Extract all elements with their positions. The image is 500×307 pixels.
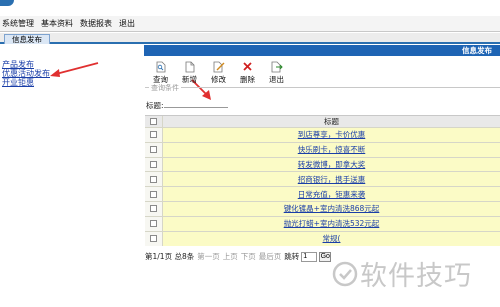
row-checkbox-cell	[145, 128, 163, 142]
row-checkbox[interactable]	[150, 131, 157, 139]
row-title-cell: 转发微博，即拿大奖	[163, 157, 500, 172]
delete-x-icon	[242, 60, 253, 73]
exit-doc-icon	[271, 60, 283, 73]
first-page-link[interactable]: 第一页	[197, 251, 220, 262]
watermark: 软件技巧	[332, 254, 472, 293]
table-row: 常规(	[145, 231, 500, 247]
annotation-arrow-left	[50, 62, 99, 77]
search-doc-icon	[156, 60, 166, 73]
table-row: 到店尊享，卡价优惠	[145, 128, 500, 143]
table-header-row: 标题	[145, 115, 500, 128]
table-row: 转发微博，即拿大奖	[145, 157, 500, 173]
watermark-text: 软件技巧	[360, 261, 472, 292]
row-title-cell: 常规(	[163, 231, 500, 247]
menu-bar: 系统管理 基本资料 数据报表 退出	[0, 16, 500, 32]
row-title-link[interactable]: 快乐刷卡，惊喜不断	[298, 144, 366, 155]
jump-label: 跳转	[284, 252, 300, 261]
table-row: 招商银行，携手送惠	[145, 172, 500, 188]
row-checkbox-cell	[145, 157, 163, 172]
row-title-cell: 日常充值，钜惠来袭	[163, 187, 500, 201]
row-title-link[interactable]: 常规(	[323, 233, 341, 244]
row-checkbox[interactable]	[150, 205, 157, 213]
exit-button-label: 退出	[269, 75, 284, 84]
row-checkbox[interactable]	[150, 175, 157, 183]
row-checkbox[interactable]	[150, 160, 157, 168]
info-table: 标题 到店尊享，卡价优惠 快乐刷卡，惊喜不断 转发微博，即拿大奖 招商银行，携手…	[145, 115, 500, 247]
title-column-header: 标题	[324, 117, 339, 126]
row-checkbox[interactable]	[150, 146, 157, 154]
panel-title: 信息发布	[144, 45, 500, 56]
title-field-label: 标题:	[146, 101, 164, 110]
query-conditions: 查询条件 标题:	[145, 83, 500, 112]
page-number-input[interactable]	[301, 251, 318, 262]
row-checkbox[interactable]	[150, 235, 157, 243]
delete-button-label: 删除	[240, 75, 255, 84]
select-all-checkbox[interactable]	[150, 118, 157, 125]
row-title-cell: 抛光打蜡+室内清洗532元起	[163, 216, 500, 231]
new-doc-icon	[185, 60, 195, 73]
sidebar-link-opening-offer[interactable]: 开业钜惠	[2, 78, 122, 87]
row-checkbox[interactable]	[150, 220, 157, 228]
last-page-link[interactable]: 最后页	[259, 251, 282, 262]
top-strip	[0, 0, 500, 16]
edit-button-label: 修改	[211, 75, 226, 84]
row-title-link[interactable]: 招商银行，携手送惠	[298, 174, 366, 185]
menu-basic-info[interactable]: 基本资料	[41, 18, 73, 29]
exit-button[interactable]: 退出	[262, 60, 291, 86]
go-button[interactable]: Go	[319, 251, 332, 262]
prev-page-link[interactable]: 上页	[223, 251, 238, 262]
row-title-cell: 快乐刷卡，惊喜不断	[163, 142, 500, 157]
edit-doc-icon	[213, 60, 225, 73]
toolbar: 查询 新增 修改 删除 退出	[146, 60, 500, 86]
menu-system-management[interactable]: 系统管理	[2, 18, 34, 29]
table-row: 抛光打蜡+室内清洗532元起	[145, 216, 500, 232]
row-checkbox[interactable]	[150, 190, 157, 198]
table-row: 日常充值，钜惠来袭	[145, 187, 500, 202]
menu-data-reports[interactable]: 数据报表	[80, 18, 112, 29]
tab-bar: 信息发布	[0, 33, 500, 44]
row-checkbox-cell	[145, 142, 163, 157]
table-row: 键化镀晶+室内清洗868元起	[145, 201, 500, 217]
row-title-cell: 键化镀晶+室内清洗868元起	[163, 201, 500, 216]
row-checkbox-cell	[145, 172, 163, 187]
page-summary: 第1/1页 总8条	[145, 252, 195, 261]
add-button-label: 新增	[182, 75, 197, 84]
title-search-input[interactable]	[164, 98, 228, 108]
row-title-cell: 到店尊享，卡价优惠	[163, 128, 500, 142]
row-title-cell: 招商银行，携手送惠	[163, 172, 500, 187]
select-all-cell	[145, 116, 163, 127]
row-title-link[interactable]: 转发微博，即拿大奖	[298, 159, 366, 170]
row-title-link[interactable]: 键化镀晶+室内清洗868元起	[284, 203, 380, 214]
row-checkbox-cell	[145, 231, 163, 247]
row-title-link[interactable]: 抛光打蜡+室内清洗532元起	[284, 218, 380, 229]
menu-exit[interactable]: 退出	[119, 18, 135, 29]
table-row: 快乐刷卡，惊喜不断	[145, 142, 500, 158]
delete-button[interactable]: 删除	[233, 60, 262, 86]
query-legend: 查询条件	[149, 83, 181, 93]
edit-button[interactable]: 修改	[204, 60, 233, 86]
row-title-link[interactable]: 日常充值，钜惠来袭	[298, 189, 366, 200]
tab-info-publish[interactable]: 信息发布	[4, 34, 50, 44]
logo-mark	[0, 0, 14, 6]
row-checkbox-cell	[145, 216, 163, 231]
watermark-logo-icon	[332, 261, 358, 286]
next-page-link[interactable]: 下页	[241, 251, 256, 262]
pagination: 第1/1页 总8条 第一页 上页 下页 最后页 跳转 Go	[145, 251, 332, 262]
row-checkbox-cell	[145, 201, 163, 216]
row-title-link[interactable]: 到店尊享，卡价优惠	[298, 129, 366, 140]
row-checkbox-cell	[145, 187, 163, 201]
